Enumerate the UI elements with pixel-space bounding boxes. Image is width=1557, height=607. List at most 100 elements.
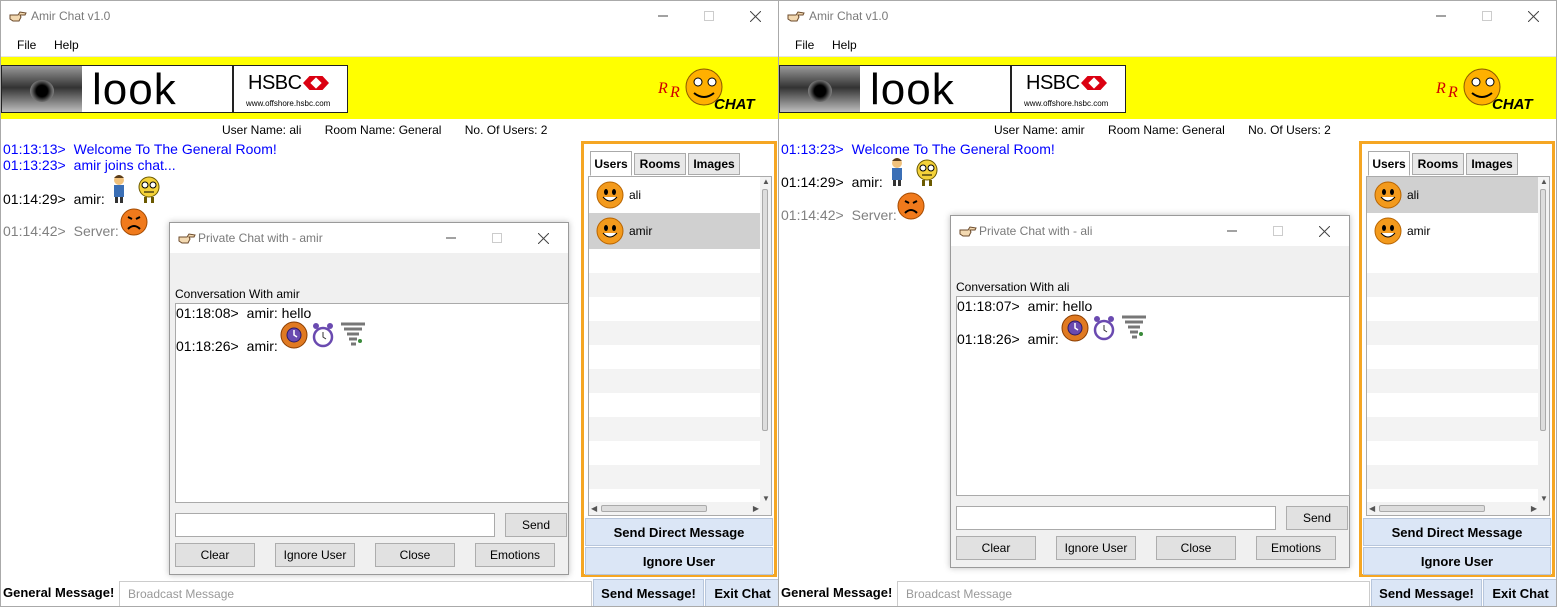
broadcast-input[interactable] xyxy=(119,581,592,606)
clear-button[interactable]: Clear xyxy=(175,543,255,567)
bottom-bar: General Message! Send Message! Exit Chat xyxy=(779,579,1556,606)
hsbc-ad[interactable]: HSBC www.offshore.hsbc.com xyxy=(1011,65,1126,113)
vertical-scrollbar[interactable]: ▲ ▼ xyxy=(760,177,771,503)
private-maximize-button[interactable] xyxy=(482,227,512,249)
look-ad[interactable]: look xyxy=(1,65,233,113)
private-message-input[interactable] xyxy=(175,513,495,537)
info-bar: User Name: ali Room Name: General No. Of… xyxy=(222,123,567,137)
chat-window-ali: Amir Chat v1.0 File Help look HSBC www.o… xyxy=(0,0,779,607)
close-button[interactable] xyxy=(1518,5,1548,27)
tab-rooms[interactable]: Rooms xyxy=(1412,153,1464,175)
ad-banner: look HSBC www.offshore.hsbc.com R R CHAT xyxy=(1,57,778,119)
user-row-ali[interactable]: ali xyxy=(589,177,761,213)
vertical-scrollbar[interactable]: ▲ ▼ xyxy=(1538,177,1549,503)
minimize-button[interactable] xyxy=(648,5,678,27)
user-row-amir[interactable]: amir xyxy=(1367,213,1539,249)
user-name-label: User Name: amir xyxy=(994,123,1085,137)
tab-images[interactable]: Images xyxy=(1466,153,1518,175)
exit-chat-button[interactable]: Exit Chat xyxy=(1483,579,1556,606)
private-send-button[interactable]: Send xyxy=(505,513,567,537)
eye-image xyxy=(2,66,82,112)
private-minimize-button[interactable] xyxy=(1217,220,1247,242)
chat-window-amir: Amir Chat v1.0 File Help look HSBC www.o… xyxy=(778,0,1557,607)
ad-banner: look HSBC www.offshore.hsbc.com R R CHAT xyxy=(779,57,1556,119)
minimize-icon xyxy=(658,15,668,17)
alarm-clock-icon xyxy=(1093,316,1115,341)
scroll-up-icon[interactable]: ▲ xyxy=(1540,177,1548,186)
info-bar: User Name: amir Room Name: General No. O… xyxy=(994,123,1351,137)
menu-file[interactable]: File xyxy=(17,38,36,52)
private-message: 01:18:26> amir: xyxy=(957,331,1059,347)
horizontal-scroll-thumb[interactable] xyxy=(1379,505,1485,512)
user-row-amir[interactable]: amir xyxy=(589,213,761,249)
private-window-title: Private Chat with - amir xyxy=(198,231,323,245)
maximize-button[interactable] xyxy=(694,5,724,27)
general-message-label: General Message! xyxy=(781,585,893,600)
pointing-hand-icon xyxy=(787,11,805,22)
ignore-user-button[interactable]: Ignore User xyxy=(1056,536,1136,560)
horizontal-scrollbar[interactable]: ◀ ▶ xyxy=(1367,502,1549,515)
tab-users[interactable]: Users xyxy=(1368,151,1410,176)
exit-chat-button[interactable]: Exit Chat xyxy=(705,579,778,606)
look-ad[interactable]: look xyxy=(779,65,1011,113)
scroll-right-icon[interactable]: ▶ xyxy=(753,504,759,513)
menu-help[interactable]: Help xyxy=(54,38,79,52)
private-minimize-button[interactable] xyxy=(436,227,466,249)
ignore-user-panel-button[interactable]: Ignore User xyxy=(585,547,773,575)
pointing-hand-icon xyxy=(959,226,977,237)
broadcast-input[interactable] xyxy=(897,581,1370,606)
clear-button[interactable]: Clear xyxy=(956,536,1036,560)
send-message-button[interactable]: Send Message! xyxy=(1371,579,1482,606)
horizontal-scroll-thumb[interactable] xyxy=(601,505,707,512)
conversation-label: Conversation With ali xyxy=(956,280,1070,294)
tab-users[interactable]: Users xyxy=(590,151,632,176)
send-message-button[interactable]: Send Message! xyxy=(593,579,704,606)
horizontal-scrollbar[interactable]: ◀ ▶ xyxy=(589,502,771,515)
svg-text:R: R xyxy=(1435,80,1446,97)
menu-bar: File Help xyxy=(779,32,1556,57)
smiley-face-icon xyxy=(1374,217,1402,245)
scroll-left-icon[interactable]: ◀ xyxy=(591,504,597,513)
ignore-user-panel-button[interactable]: Ignore User xyxy=(1363,547,1551,575)
boy-emoticon-icon xyxy=(892,158,902,186)
private-send-button[interactable]: Send xyxy=(1286,506,1348,530)
sad-face-icon xyxy=(120,208,148,236)
send-direct-message-button[interactable]: Send Direct Message xyxy=(1363,518,1551,546)
rr-chat-logo: R R CHAT xyxy=(1435,68,1534,113)
minimize-button[interactable] xyxy=(1426,5,1456,27)
emotions-button[interactable]: Emotions xyxy=(475,543,555,567)
user-row-ali[interactable]: ali xyxy=(1367,177,1539,213)
bottom-bar: General Message! Send Message! Exit Chat xyxy=(1,579,778,606)
close-button[interactable] xyxy=(740,5,770,27)
emotions-button[interactable]: Emotions xyxy=(1256,536,1336,560)
maximize-button[interactable] xyxy=(1472,5,1502,27)
scroll-right-icon[interactable]: ▶ xyxy=(1531,504,1537,513)
send-direct-message-button[interactable]: Send Direct Message xyxy=(585,518,773,546)
scroll-up-icon[interactable]: ▲ xyxy=(762,177,770,186)
menu-help[interactable]: Help xyxy=(832,38,857,52)
vertical-scroll-thumb[interactable] xyxy=(1540,189,1546,431)
tab-rooms[interactable]: Rooms xyxy=(634,153,686,175)
private-close-button[interactable] xyxy=(528,227,558,249)
close-private-button[interactable]: Close xyxy=(1156,536,1236,560)
maximize-icon xyxy=(1273,226,1283,236)
tab-images[interactable]: Images xyxy=(688,153,740,175)
scroll-left-icon[interactable]: ◀ xyxy=(1369,504,1375,513)
hsbc-ad[interactable]: HSBC www.offshore.hsbc.com xyxy=(233,65,348,113)
user-name: ali xyxy=(1407,188,1420,202)
smiley-face-icon xyxy=(596,181,624,209)
hsbc-hexagon-icon xyxy=(1081,76,1107,90)
close-private-button[interactable]: Close xyxy=(375,543,455,567)
look-ad-text: look xyxy=(870,65,955,113)
menu-file[interactable]: File xyxy=(795,38,814,52)
pointing-hand-icon xyxy=(178,233,196,244)
chat-message: 01:14:29> amir: xyxy=(3,191,105,207)
private-close-button[interactable] xyxy=(1309,220,1339,242)
conversation-label: Conversation With amir xyxy=(175,287,300,301)
ignore-user-button[interactable]: Ignore User xyxy=(275,543,355,567)
vertical-scroll-thumb[interactable] xyxy=(762,189,768,431)
list-stripe xyxy=(1367,417,1539,441)
private-maximize-button[interactable] xyxy=(1263,220,1293,242)
private-message-input[interactable] xyxy=(956,506,1276,530)
chat-message: 01:13:13> Welcome To The General Room! xyxy=(3,141,277,157)
